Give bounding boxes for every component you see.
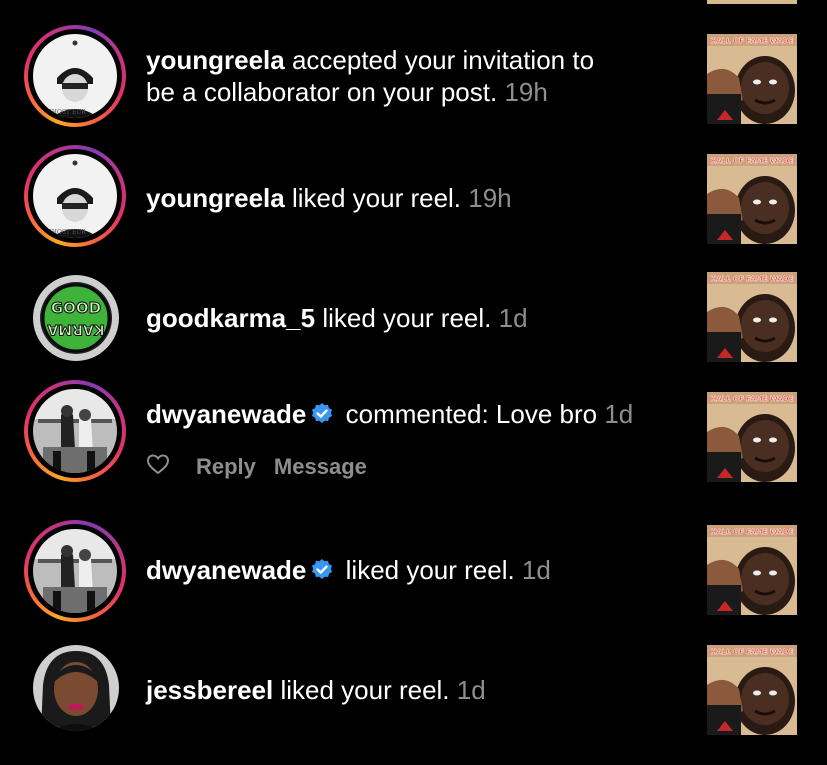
message: liked your reel. [291, 183, 462, 213]
username[interactable]: youngreela [146, 45, 285, 75]
verified-badge-icon [310, 557, 334, 589]
previous-post-thumbnail[interactable] [707, 0, 797, 4]
thumbnail-banner-text: HALL OF FAME WADE [711, 157, 794, 165]
message-button[interactable]: Message [274, 454, 367, 480]
message: liked your reel. [322, 303, 492, 333]
post-thumbnail[interactable]: HALL OF FAME WADE [707, 392, 797, 482]
user-avatar[interactable] [33, 389, 117, 473]
notification-row[interactable]: GHOST EUR youngreela liked your reel. 19… [0, 145, 827, 255]
notification-row[interactable]: dwyanewade liked your reel. 1d HALL OF F… [0, 520, 827, 630]
user-avatar[interactable]: GHOST EUR [33, 154, 117, 238]
username[interactable]: goodkarma_5 [146, 303, 315, 333]
timestamp: 19h [468, 183, 512, 213]
verified-badge-icon [310, 401, 334, 433]
post-thumbnail[interactable]: HALL OF FAME WADE [707, 154, 797, 244]
notification-row[interactable]: jessbereel liked your reel. 1d HALL OF F… [0, 645, 827, 745]
thumbnail-banner-text: HALL OF FAME WADE [711, 528, 794, 536]
thumbnail-banner-text: HALL OF FAME WADE [711, 648, 794, 656]
thumbnail-banner-text: HALL OF FAME WADE [711, 275, 794, 283]
username[interactable]: dwyanewade [146, 399, 306, 429]
story-ring[interactable] [24, 520, 126, 622]
story-ring[interactable]: GHOST EUR [24, 25, 126, 127]
user-avatar[interactable] [33, 529, 117, 613]
thumbnail-banner-text: HALL OF FAME WADE [711, 395, 794, 403]
notification-text: dwyanewade commented: Love bro 1d [146, 398, 633, 433]
message: be a collaborator on your post. [146, 77, 498, 107]
timestamp: 1d [604, 399, 634, 429]
notification-text: jessbereel liked your reel. 1d [146, 674, 486, 706]
notification-row[interactable]: dwyanewade commented: Love bro 1d Reply … [0, 380, 827, 500]
message: commented: Love bro [345, 399, 598, 429]
svg-text:GHOST EUR: GHOST EUR [47, 109, 86, 116]
story-ring[interactable]: GHOST EUR [24, 145, 126, 247]
timestamp: 19h [504, 77, 548, 107]
timestamp: 1d [498, 303, 528, 333]
reply-button[interactable]: Reply [196, 454, 256, 480]
user-avatar[interactable] [33, 645, 119, 731]
notification-text: goodkarma_5 liked your reel. 1d [146, 302, 528, 334]
message: liked your reel. [280, 675, 450, 705]
heart-outline-icon[interactable] [146, 453, 170, 481]
thumbnail-banner-text: HALL OF FAME WADE [711, 37, 794, 45]
notification-row[interactable]: GOOD KARMA goodkarma_5 liked your reel. … [0, 272, 827, 365]
timestamp: 1d [456, 675, 486, 705]
timestamp: 1d [521, 555, 551, 585]
message: accepted your invitation to [291, 45, 595, 75]
user-avatar[interactable]: GHOST EUR [33, 34, 117, 118]
username[interactable]: dwyanewade [146, 555, 306, 585]
notification-text: youngreela liked your reel. 19h [146, 182, 512, 214]
user-avatar-frame[interactable]: GOOD KARMA [33, 275, 119, 361]
post-thumbnail[interactable]: HALL OF FAME WADE [707, 525, 797, 615]
username[interactable]: jessbereel [146, 675, 273, 705]
post-thumbnail[interactable]: HALL OF FAME WADE [707, 272, 797, 362]
post-thumbnail[interactable]: HALL OF FAME WADE [707, 34, 797, 124]
comment-actions: Reply Message [146, 453, 367, 481]
notification-text: dwyanewade liked your reel. 1d [146, 554, 551, 589]
notification-row[interactable]: GHOST EUR youngreela accepted your invit… [0, 25, 827, 135]
logo-text: KARMA [47, 321, 104, 337]
user-avatar-frame[interactable] [33, 645, 119, 731]
message: liked your reel. [345, 555, 515, 585]
user-avatar[interactable]: GOOD KARMA [33, 275, 119, 361]
post-thumbnail[interactable]: HALL OF FAME WADE [707, 645, 797, 735]
story-ring[interactable] [24, 380, 126, 482]
svg-text:GHOST EUR: GHOST EUR [47, 229, 86, 236]
logo-text: GOOD [51, 299, 101, 317]
notification-text: youngreela accepted your invitation to b… [146, 44, 676, 108]
username[interactable]: youngreela [146, 183, 285, 213]
